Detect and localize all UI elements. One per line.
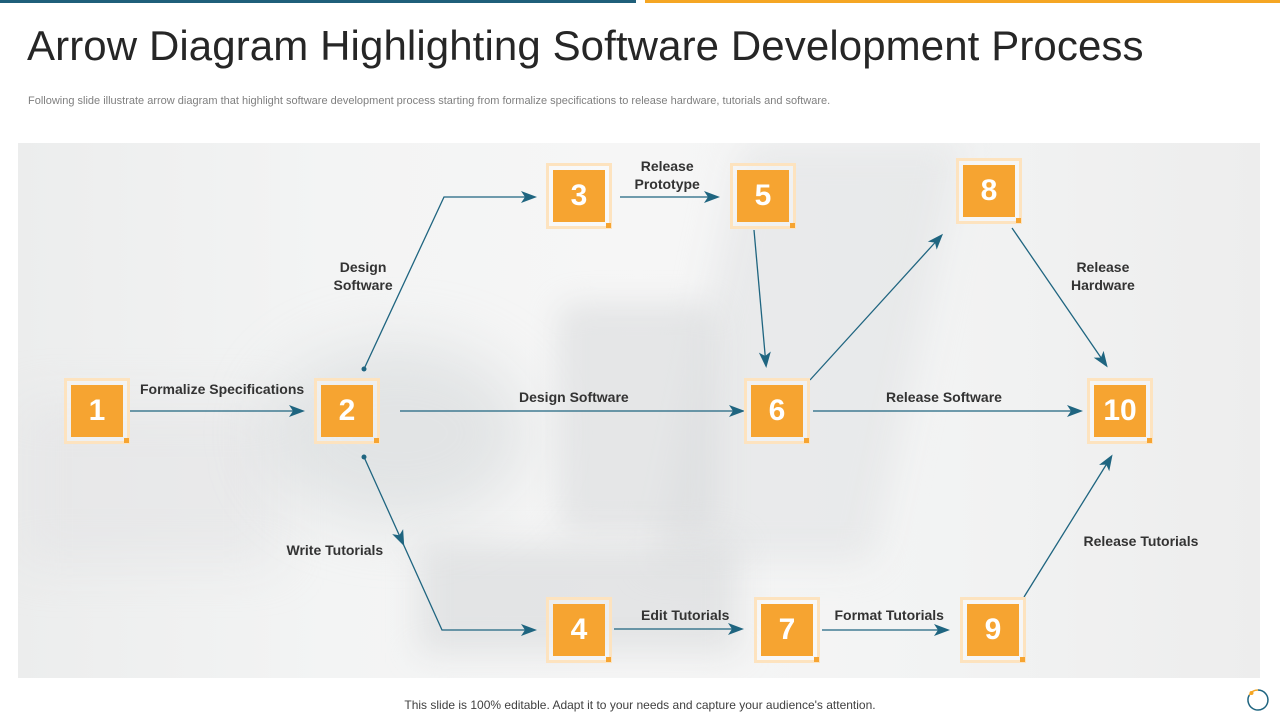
node-8: 8 <box>956 158 1022 224</box>
node-5: 5 <box>730 163 796 229</box>
connector-9-10 <box>1023 454 1113 598</box>
connector-4-7 <box>614 623 744 635</box>
connector-line <box>363 456 534 631</box>
connector-start-dot <box>361 366 367 372</box>
node-corner-dot <box>124 438 129 443</box>
connector-line <box>753 229 767 366</box>
node-corner-dot <box>606 657 611 662</box>
connector-start-dot <box>361 454 367 460</box>
connector-layer <box>130 191 1113 636</box>
arrowhead-icon <box>1093 350 1108 368</box>
connector-2-6 <box>400 405 745 417</box>
arrowhead-icon <box>1099 454 1113 472</box>
node-corner-dot <box>606 223 611 228</box>
edge-label-2-4: Write Tutorials <box>286 542 384 558</box>
connector-line <box>1023 456 1112 598</box>
footer-note: This slide is 100% editable. Adapt it to… <box>404 698 876 712</box>
node-number: 6 <box>751 385 803 437</box>
connector-line <box>809 235 942 381</box>
node-corner-dot <box>804 438 809 443</box>
circle-logo-icon <box>1247 689 1269 711</box>
edge-label-6-10: Release Software <box>886 389 1002 405</box>
connector-7-9 <box>822 624 950 636</box>
node-number: 7 <box>761 604 813 656</box>
edge-label-7-9: Format Tutorials <box>834 607 944 623</box>
connector-6-8 <box>809 233 944 381</box>
connector-1-2 <box>130 405 305 417</box>
edge-label-2-6: Design Software <box>519 389 629 405</box>
node-2: 2 <box>314 378 380 444</box>
node-10: 10 <box>1087 378 1153 444</box>
node-7: 7 <box>754 597 820 663</box>
node-number: 2 <box>321 385 373 437</box>
edge-label-8-10: Release Hardware <box>1071 259 1135 293</box>
node-number: 4 <box>553 604 605 656</box>
connector-6-10 <box>813 405 1083 417</box>
node-4: 4 <box>546 597 612 663</box>
node-number: 8 <box>963 165 1015 217</box>
node-number: 10 <box>1094 385 1146 437</box>
node-number: 5 <box>737 170 789 222</box>
edge-label-4-7: Edit Tutorials <box>641 607 730 623</box>
edge-label-3-5: Release Prototype <box>634 158 700 192</box>
node-corner-dot <box>1020 657 1025 662</box>
edge-label-2-3: Design Software <box>333 259 393 293</box>
node-6: 6 <box>744 378 810 444</box>
connector-5-6 <box>753 229 771 368</box>
node-corner-dot <box>374 438 379 443</box>
node-corner-dot <box>790 223 795 228</box>
node-corner-dot <box>814 657 819 662</box>
connector-8-10 <box>1011 227 1108 368</box>
node-number: 3 <box>553 170 605 222</box>
node-number: 9 <box>967 604 1019 656</box>
node-corner-dot <box>1147 438 1152 443</box>
node-corner-dot <box>1016 218 1021 223</box>
node-3: 3 <box>546 163 612 229</box>
edge-label-1-2: Formalize Specifications <box>140 381 305 397</box>
node-9: 9 <box>960 597 1026 663</box>
node-number: 1 <box>71 385 123 437</box>
connector-2-4 <box>361 454 537 636</box>
node-1: 1 <box>64 378 130 444</box>
connector-line <box>1011 227 1107 366</box>
edge-label-9-10: Release Tutorials <box>1083 533 1199 549</box>
